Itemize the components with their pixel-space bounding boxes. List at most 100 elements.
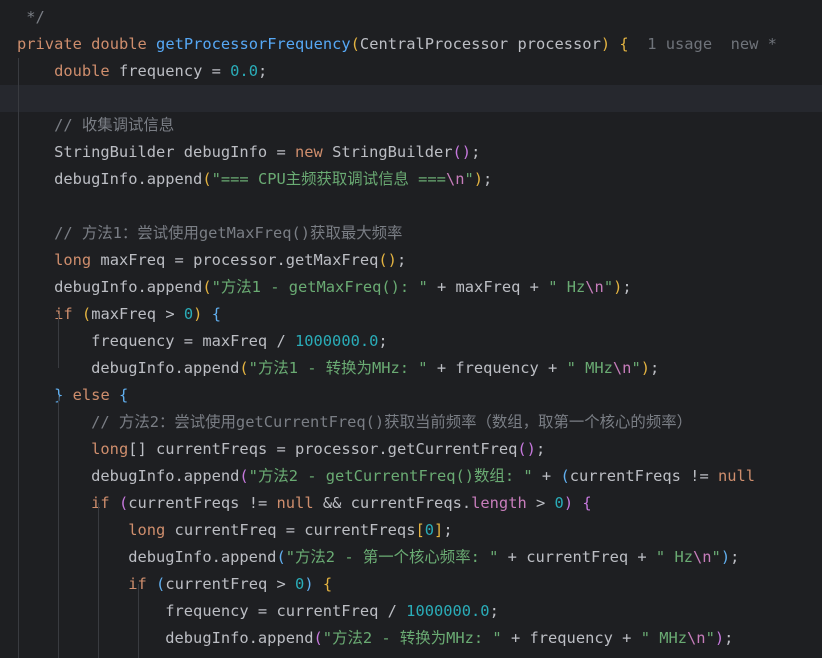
code-token: " bbox=[603, 278, 614, 296]
code-token: // 方法2：尝试使用getCurrentFreq()获取当前频率（数组，取第一… bbox=[17, 413, 692, 431]
code-token: " MHz bbox=[566, 359, 613, 377]
code-token: length bbox=[471, 494, 527, 512]
code-line-content: debugInfo.append("方法1 - 转换为MHz: " + freq… bbox=[17, 355, 659, 382]
code-token: debugInfo.append bbox=[17, 278, 203, 296]
code-token: ( bbox=[239, 467, 249, 485]
code-line[interactable] bbox=[0, 85, 822, 112]
code-token: + bbox=[532, 467, 561, 485]
code-token: ( bbox=[239, 359, 249, 377]
code-token: " MHz bbox=[640, 629, 688, 647]
code-token: maxFreq = processor.getMaxFreq bbox=[91, 251, 379, 269]
code-line[interactable]: long maxFreq = processor.getMaxFreq(); bbox=[0, 247, 822, 274]
code-line[interactable]: StringBuilder debugInfo = new StringBuil… bbox=[0, 139, 822, 166]
code-token: () bbox=[452, 143, 472, 161]
code-token: null bbox=[276, 494, 314, 512]
code-token: " bbox=[464, 170, 474, 188]
code-line[interactable]: frequency = maxFreq / 1000000.0; bbox=[0, 328, 822, 355]
code-token: getProcessorFrequency bbox=[156, 35, 351, 53]
code-token: "方法1 - 转换为MHz: " bbox=[248, 359, 428, 377]
code-line[interactable]: debugInfo.append("方法2 - getCurrentFreq()… bbox=[0, 463, 822, 490]
code-token: ; bbox=[650, 359, 660, 377]
code-line[interactable]: long[] currentFreqs = processor.getCurre… bbox=[0, 436, 822, 463]
code-token: else bbox=[72, 386, 110, 404]
code-token: new bbox=[294, 143, 323, 161]
code-line[interactable]: frequency = currentFreq / 1000000.0; bbox=[0, 598, 822, 625]
code-line[interactable]: // 方法1：尝试使用getMaxFreq()获取最大频率 bbox=[0, 220, 822, 247]
code-line-content: debugInfo.append("方法1 - getMaxFreq(): " … bbox=[17, 274, 632, 301]
code-token: StringBuilder debugInfo = bbox=[17, 143, 295, 161]
code-token: [] bbox=[128, 440, 147, 458]
code-line-content: debugInfo.append("方法2 - 转换为MHz: " + freq… bbox=[17, 625, 733, 652]
code-token: double bbox=[54, 62, 110, 80]
code-token: ; bbox=[730, 548, 740, 566]
code-token: currentFreq = currentFreqs bbox=[165, 521, 416, 539]
code-line[interactable]: debugInfo.append("方法1 - getMaxFreq(): " … bbox=[0, 274, 822, 301]
code-token: 0 bbox=[554, 494, 564, 512]
code-token: ( bbox=[560, 467, 570, 485]
code-line[interactable]: debugInfo.append("方法1 - 转换为MHz: " + freq… bbox=[0, 355, 822, 382]
code-token: { bbox=[582, 494, 592, 512]
code-line[interactable]: private double getProcessorFrequency(Cen… bbox=[0, 31, 822, 58]
code-token: 1000000.0 bbox=[294, 332, 379, 350]
code-token: ; bbox=[443, 521, 453, 539]
code-token: debugInfo.append bbox=[17, 170, 203, 188]
code-token: { bbox=[119, 386, 129, 404]
code-line-content: frequency = currentFreq / 1000000.0; bbox=[17, 598, 499, 625]
code-token: { bbox=[211, 305, 221, 323]
code-line[interactable]: debugInfo.append("=== CPU主频获取调试信息 ===\n"… bbox=[0, 166, 822, 193]
code-token: ) bbox=[640, 359, 651, 377]
usage-hint[interactable]: 1 usage new * bbox=[629, 35, 777, 53]
code-line[interactable]: long currentFreq = currentFreqs[0]; bbox=[0, 517, 822, 544]
code-token: 0 bbox=[183, 305, 194, 323]
code-line[interactable] bbox=[0, 193, 822, 220]
code-token: \n bbox=[445, 170, 465, 188]
code-token: ; bbox=[622, 278, 632, 296]
code-token: ; bbox=[396, 251, 407, 269]
code-token: () bbox=[517, 440, 536, 458]
code-token: debugInfo.append bbox=[17, 359, 240, 377]
code-token: () bbox=[378, 251, 397, 269]
code-line-content: debugInfo.append("方法2 - 第一个核心频率: " + cur… bbox=[17, 544, 739, 571]
code-token: if bbox=[54, 305, 73, 323]
code-editor[interactable]: */private double getProcessorFrequency(C… bbox=[0, 0, 822, 658]
code-token: ) bbox=[563, 494, 574, 512]
code-token: null bbox=[717, 467, 756, 485]
code-token: frequency = bbox=[109, 62, 231, 80]
code-line[interactable]: */ bbox=[0, 4, 822, 31]
code-line[interactable]: debugInfo.append("方法2 - 第一个核心频率: " + cur… bbox=[0, 544, 822, 571]
code-token: 0.0 bbox=[230, 62, 258, 80]
code-token: "=== CPU主频获取调试信息 === bbox=[211, 170, 446, 188]
code-token: // 方法1：尝试使用getMaxFreq()获取最大频率 bbox=[17, 224, 403, 242]
code-token: long bbox=[91, 440, 129, 458]
code-token: [ bbox=[415, 521, 425, 539]
code-token: ] bbox=[434, 521, 444, 539]
code-line[interactable]: debugInfo.append("方法2 - 转换为MHz: " + freq… bbox=[0, 625, 822, 652]
code-line-content: // 方法2：尝试使用getCurrentFreq()获取当前频率（数组，取第一… bbox=[17, 409, 692, 436]
code-token: long bbox=[54, 251, 92, 269]
code-token: 0 bbox=[295, 575, 305, 593]
code-line[interactable]: if (currentFreq > 0) { bbox=[0, 571, 822, 598]
code-token: currentFreq > bbox=[165, 575, 296, 593]
code-token: ; bbox=[471, 143, 481, 161]
code-token: ) bbox=[473, 170, 484, 188]
code-line[interactable]: } bbox=[0, 652, 822, 658]
code-token: ) bbox=[600, 35, 611, 53]
code-line[interactable]: if (maxFreq > 0) { bbox=[0, 301, 822, 328]
code-token: private bbox=[17, 35, 82, 53]
indent-guide-method bbox=[18, 58, 19, 658]
code-token: 0 bbox=[424, 521, 435, 539]
code-token: ( bbox=[202, 170, 212, 188]
code-token: ; bbox=[483, 170, 493, 188]
code-line[interactable]: double frequency = 0.0; bbox=[0, 58, 822, 85]
code-line[interactable]: // 收集调试信息 bbox=[0, 112, 822, 139]
code-line[interactable]: } else { bbox=[0, 382, 822, 409]
code-token: CentralProcessor processor bbox=[359, 35, 601, 53]
code-line[interactable]: // 方法2：尝试使用getCurrentFreq()获取当前频率（数组，取第一… bbox=[0, 409, 822, 436]
code-token: ) bbox=[720, 548, 731, 566]
code-line[interactable]: if (currentFreqs != null && currentFreqs… bbox=[0, 490, 822, 517]
